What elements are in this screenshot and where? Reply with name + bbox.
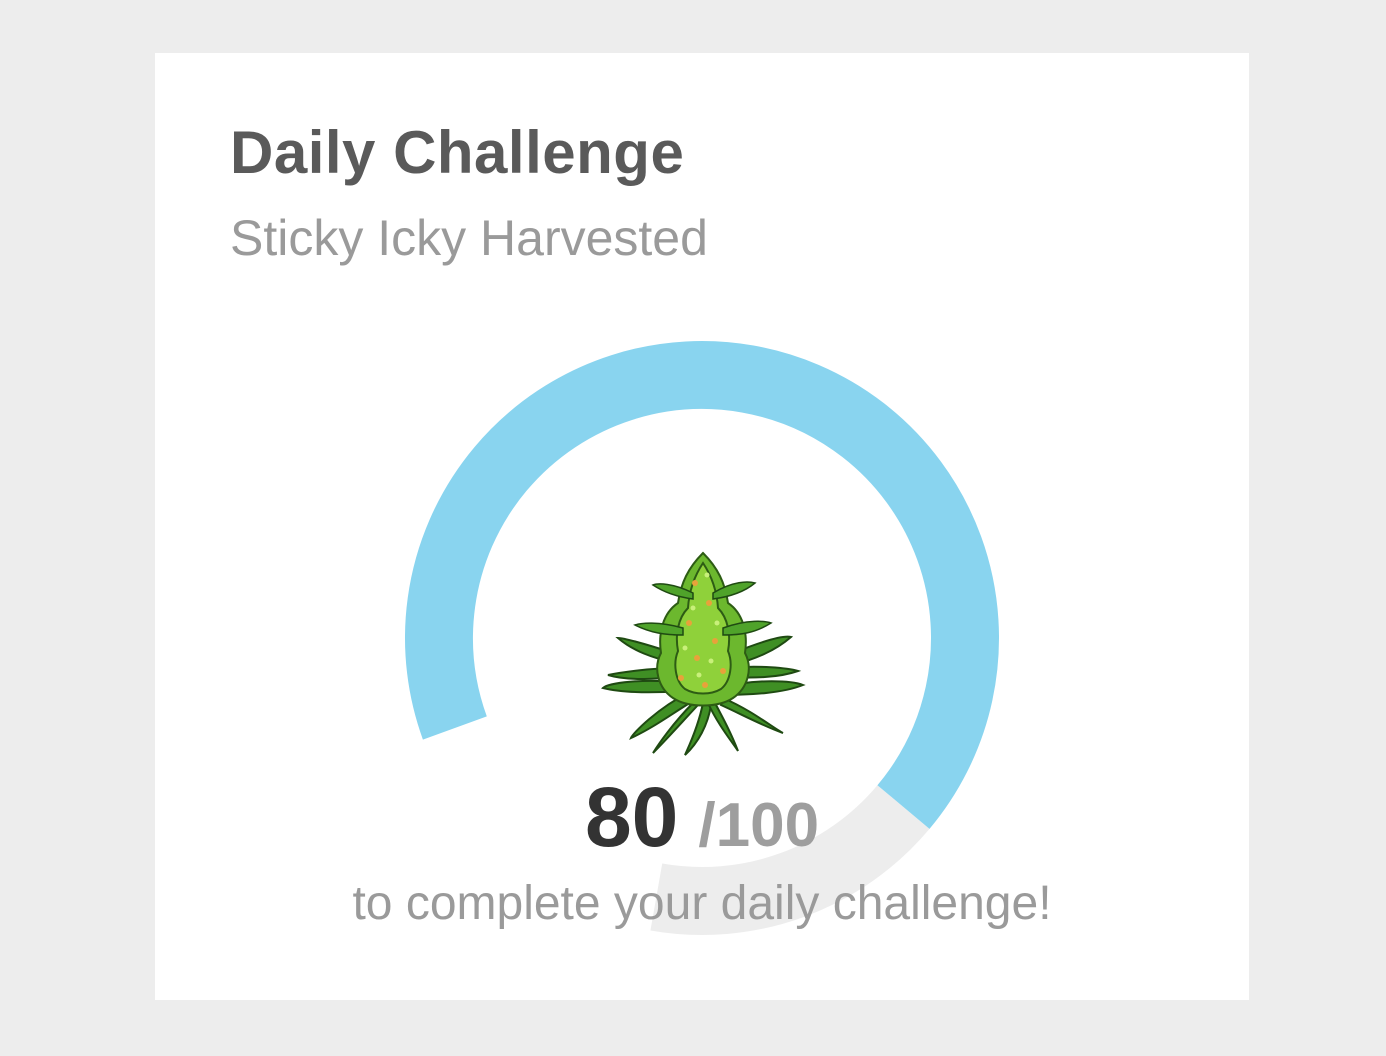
challenge-caption: to complete your daily challenge! [352,877,1052,930]
score-total: /100 [698,791,820,860]
daily-challenge-card: Daily Challenge Sticky Icky Harvested 80… [155,53,1249,1000]
score-current: 80 [584,770,679,864]
cannabis-plant-icon [601,551,806,756]
score-readout: 80/100 [155,775,1249,859]
